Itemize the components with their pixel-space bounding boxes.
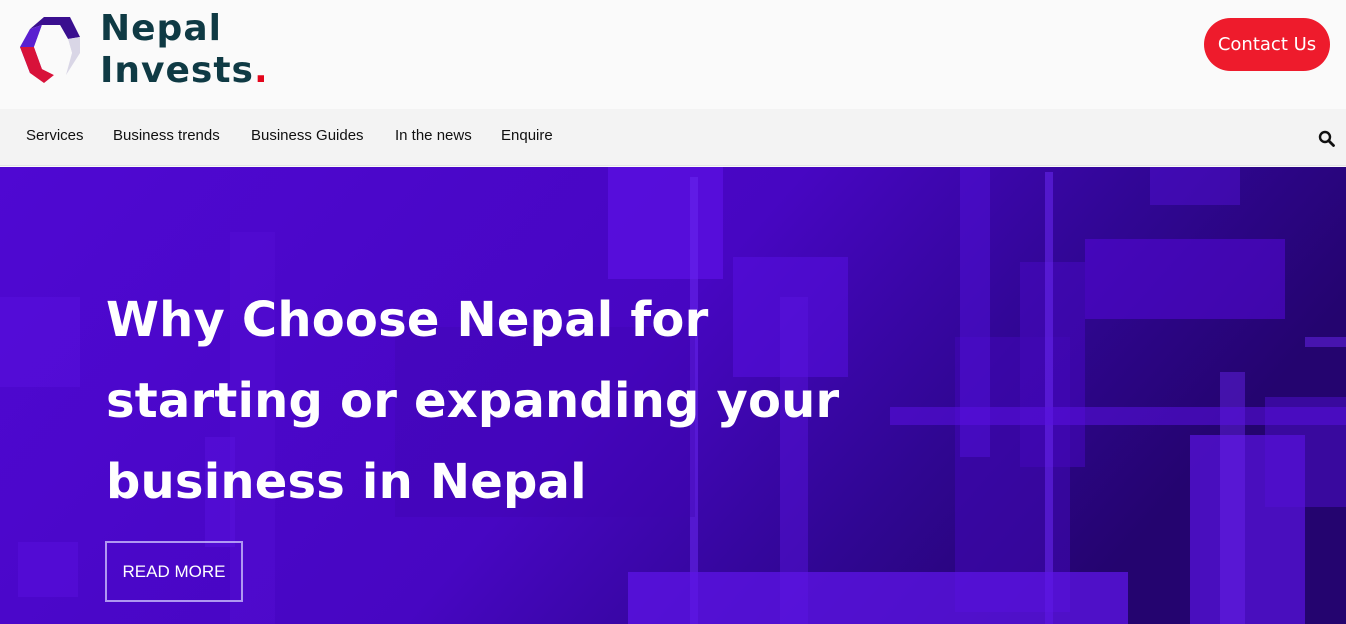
brand-line-1: Nepal	[100, 8, 222, 49]
search-icon[interactable]	[1318, 130, 1336, 148]
contact-us-button[interactable]: Contact Us	[1204, 18, 1330, 71]
nav-item-services[interactable]: Services	[26, 127, 84, 144]
top-header: Nepal Invests. Contact Us	[0, 0, 1346, 109]
main-nav: Services Business trends Business Guides…	[0, 109, 1346, 166]
logo-icon[interactable]	[20, 17, 80, 83]
brand-name[interactable]: Nepal Invests.	[100, 8, 269, 92]
nav-item-business-trends[interactable]: Business trends	[113, 127, 220, 144]
nav-item-business-guides[interactable]: Business Guides	[251, 127, 364, 144]
brand-dot: .	[253, 50, 269, 91]
brand-line-2: Invests.	[100, 50, 269, 92]
nav-item-enquire[interactable]: Enquire	[501, 127, 553, 144]
hero-title: Why Choose Nepal for starting or expandi…	[106, 292, 840, 510]
nav-item-in-the-news[interactable]: In the news	[395, 127, 472, 144]
hero-banner: Why Choose Nepal for starting or expandi…	[0, 167, 1346, 624]
read-more-button[interactable]: READ MORE	[105, 541, 243, 602]
brand-word: Invests	[100, 50, 254, 91]
